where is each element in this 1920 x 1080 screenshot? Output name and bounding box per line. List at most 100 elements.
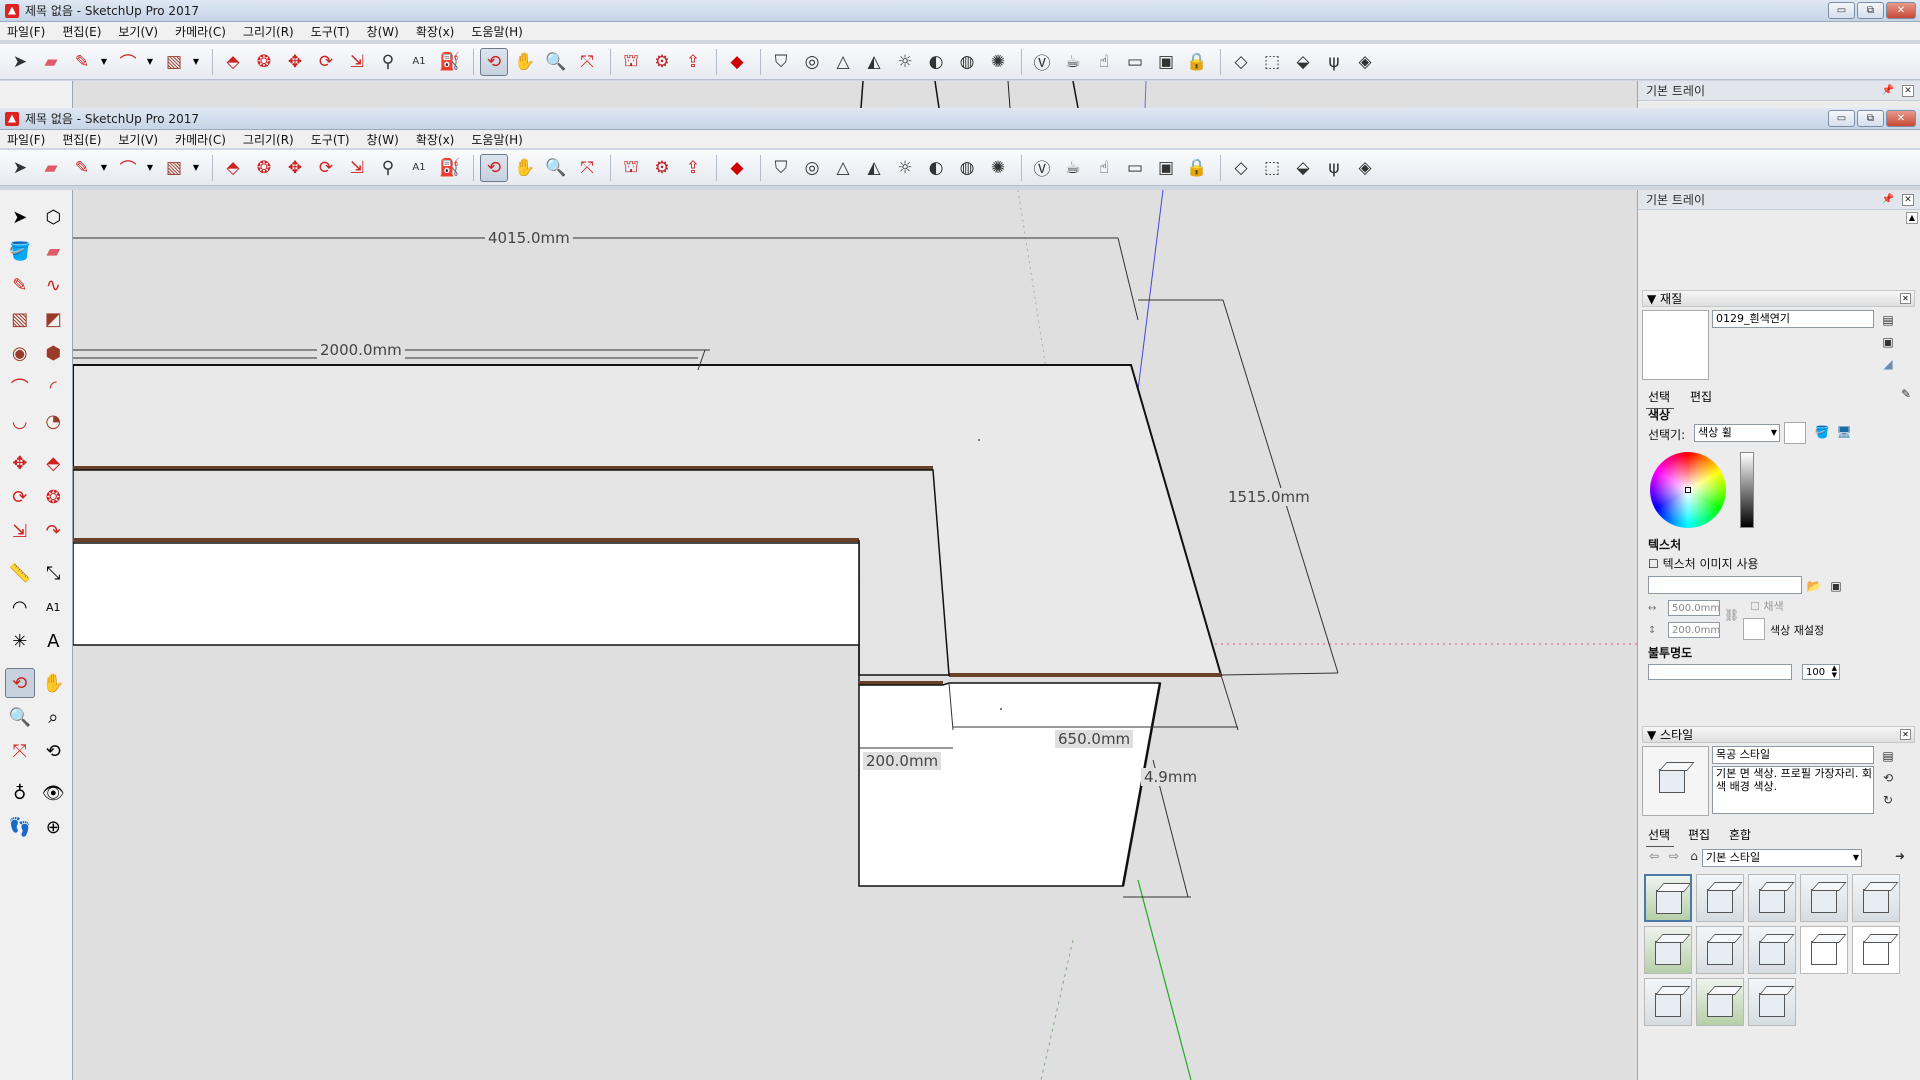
pie-icon[interactable]: ◔ — [39, 406, 69, 436]
orbit-icon[interactable]: ⟲ — [480, 153, 508, 182]
ruby-icon[interactable]: ◆ — [723, 154, 751, 182]
texture-height-field[interactable]: 200.0mm — [1668, 622, 1720, 638]
component-icon[interactable]: ⬚ — [1258, 48, 1286, 76]
menu-item-5[interactable]: 도구(T) — [311, 131, 350, 148]
polygon-icon[interactable]: ⬢ — [39, 338, 69, 368]
pan-icon[interactable]: ✋ — [39, 668, 69, 698]
menu-item-5[interactable]: 도구(T) — [311, 23, 350, 40]
texture-path-field[interactable] — [1648, 576, 1802, 594]
drawing-viewport[interactable]: 4015.0mm 2000.0mm 1515.0mm 650.0mm 200.0… — [73, 190, 1637, 1080]
colorize-checkbox[interactable]: ☐ 채색 — [1750, 598, 1784, 614]
position-camera-icon[interactable]: ♁ — [5, 778, 35, 808]
arc-icon[interactable]: ⌒ — [114, 154, 142, 182]
rectangle-icon[interactable]: ▧ — [5, 304, 35, 334]
close-icon[interactable]: ✕ — [1902, 193, 1914, 206]
menu-item-8[interactable]: 도움말(H) — [471, 131, 523, 148]
restore-button[interactable]: ⧉ — [1857, 110, 1884, 127]
style-thumbnail[interactable] — [1644, 874, 1692, 922]
protractor-icon[interactable]: ◠ — [5, 592, 35, 622]
paint-bucket-icon[interactable]: 🪣 — [5, 236, 35, 266]
style-thumbnail[interactable] — [1644, 926, 1692, 974]
dimension-label[interactable]: 2000.0mm — [317, 341, 405, 359]
dimension-label[interactable]: 200.0mm — [863, 752, 942, 770]
chevron-down-icon[interactable]: ▼ — [145, 154, 155, 182]
make-component-icon[interactable]: ⬡ — [39, 202, 69, 232]
render-icon[interactable]: ▣ — [1152, 48, 1180, 76]
details-arrow-icon[interactable]: ➜ — [1892, 848, 1908, 864]
previous-view-icon[interactable]: ⟲ — [39, 736, 69, 766]
dimension-label[interactable]: 1515.0mm — [1225, 488, 1313, 506]
menu-item-6[interactable]: 창(W) — [367, 23, 399, 40]
dimension-icon[interactable]: ⤡ — [39, 558, 69, 588]
lock-icon[interactable]: 🔒 — [1183, 48, 1211, 76]
rotate-icon[interactable]: ⟳ — [312, 48, 340, 76]
scale-icon[interactable]: ⇲ — [343, 154, 371, 182]
rotate-icon[interactable]: ⟳ — [312, 154, 340, 182]
sandbox-icon[interactable]: ⬙ — [1289, 154, 1317, 182]
component-icon[interactable]: ⬚ — [1258, 154, 1286, 182]
menu-item-2[interactable]: 보기(V) — [118, 131, 158, 148]
chevron-down-icon[interactable]: ▼ — [145, 48, 155, 76]
bg-minimize-button[interactable]: ▭ — [1828, 2, 1855, 19]
arc-icon[interactable]: ⌒ — [114, 48, 142, 76]
materials-panel-header[interactable]: ▼ 재질 ✕ — [1642, 290, 1915, 307]
tape-measure-icon[interactable]: ⚲ — [374, 48, 402, 76]
close-icon[interactable]: ✕ — [1900, 729, 1911, 740]
refresh-icon[interactable]: ↻ — [1880, 792, 1896, 808]
frame-icon[interactable]: ▭ — [1121, 154, 1149, 182]
follow-me-icon[interactable]: ❂ — [39, 482, 69, 512]
text-icon[interactable]: A1 — [39, 592, 69, 622]
axes-icon[interactable]: ✳ — [5, 626, 35, 656]
teapot-icon[interactable]: ☕ — [1059, 48, 1087, 76]
pan-icon[interactable]: ✋ — [511, 48, 539, 76]
menu-item-6[interactable]: 창(W) — [367, 131, 399, 148]
tab-edit[interactable]: 편집 — [1690, 388, 1712, 405]
zoom-extents-icon[interactable]: ⤧ — [5, 736, 35, 766]
share-icon[interactable]: ⇪ — [679, 48, 707, 76]
reset-color-label[interactable]: 색상 재설정 — [1770, 622, 1824, 638]
teapot-icon[interactable]: ☕ — [1059, 154, 1087, 182]
paint-bucket-icon[interactable]: ⛽ — [436, 48, 464, 76]
text-icon[interactable]: A1 — [405, 48, 433, 76]
style-name-field[interactable]: 목공 스타일 — [1712, 746, 1874, 764]
pencil-icon[interactable]: ✎ — [68, 48, 96, 76]
create-style-icon[interactable]: ▤ — [1880, 748, 1896, 764]
chevron-down-icon[interactable]: ▼ — [191, 154, 201, 182]
pencil-icon[interactable]: ✎ — [5, 270, 35, 300]
dimension-label[interactable]: 650.0mm — [1055, 730, 1134, 748]
tab-select[interactable]: 선택 — [1645, 826, 1675, 847]
menu-item-3[interactable]: 카메라(C) — [175, 131, 226, 148]
ruby-icon[interactable]: ◆ — [723, 48, 751, 76]
frame-icon[interactable]: ▭ — [1121, 48, 1149, 76]
sandbox-icon[interactable]: ⬙ — [1289, 48, 1317, 76]
orbit-icon[interactable]: ⟲ — [480, 47, 508, 76]
zoom-icon[interactable]: 🔍 — [542, 154, 570, 182]
three-point-arc-icon[interactable]: ◡ — [5, 406, 35, 436]
color-wheel-cursor[interactable] — [1685, 487, 1691, 493]
push-pull-icon[interactable]: ⬘ — [219, 48, 247, 76]
menu-item-7[interactable]: 확장(x) — [416, 131, 455, 148]
dimension-label[interactable]: 4015.0mm — [485, 229, 573, 247]
fog-icon[interactable]: ◐ — [922, 48, 950, 76]
lock-icon[interactable]: 🔒 — [1183, 154, 1211, 182]
color-swatch[interactable] — [1784, 422, 1806, 444]
menu-item-2[interactable]: 보기(V) — [118, 23, 158, 40]
rectangle-icon[interactable]: ▧ — [160, 48, 188, 76]
pin-icon[interactable]: 📌 — [1882, 194, 1894, 205]
move-icon[interactable]: ✥ — [281, 154, 309, 182]
scroll-up-icon[interactable]: ▲ — [1906, 212, 1918, 224]
section-plane-icon[interactable]: ⊕ — [39, 812, 69, 842]
create-material-icon[interactable]: ▤ — [1880, 312, 1896, 328]
minimize-button[interactable]: ▭ — [1828, 110, 1855, 127]
style-description-field[interactable]: 기본 면 색상. 프로필 가장자리. 회색 배경 색상. — [1712, 766, 1874, 814]
tab-mix[interactable]: 혼합 — [1729, 826, 1751, 843]
xray-icon[interactable]: ◎ — [798, 154, 826, 182]
layer-icon[interactable]: ◇ — [1227, 48, 1255, 76]
vray-icon[interactable]: Ⓥ — [1028, 48, 1056, 76]
style-thumbnail[interactable] — [1800, 926, 1848, 974]
display-icon[interactable]: ◍ — [953, 48, 981, 76]
extension-warehouse-icon[interactable]: ⚙ — [648, 48, 676, 76]
tape-measure-icon[interactable]: 📏 — [5, 558, 35, 588]
pencil-icon[interactable]: ✎ — [68, 154, 96, 182]
hidden-line-icon[interactable]: △ — [829, 154, 857, 182]
